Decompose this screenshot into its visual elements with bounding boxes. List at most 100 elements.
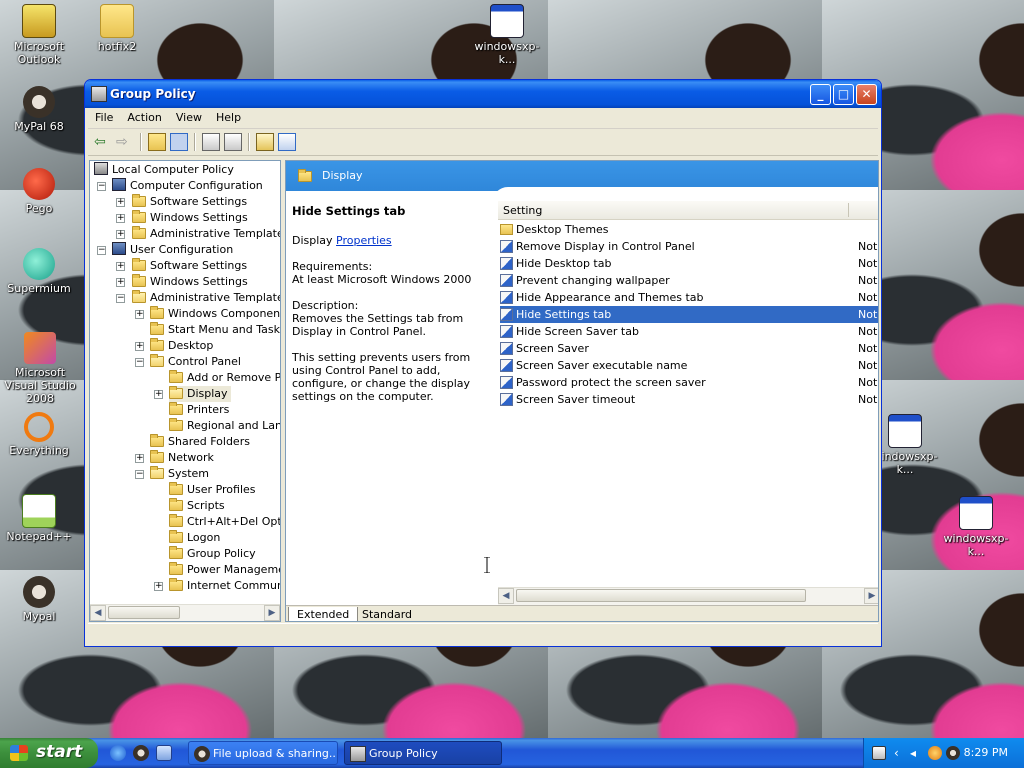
list-item-selected[interactable]: Hide Settings tab Not	[500, 306, 878, 323]
minimize-button[interactable]: _	[810, 84, 831, 105]
desktop-icon-notepadpp[interactable]: Notepad++	[2, 494, 76, 543]
list-item[interactable]: Screen Saver timeout Not	[500, 391, 878, 408]
tree-node-administrative-templates[interactable]: Administrative Templates	[132, 226, 280, 242]
description-button[interactable]	[278, 133, 296, 151]
tree-node-user-software-settings[interactable]: Software Settings	[132, 258, 247, 274]
taskbar-item-file-upload[interactable]: File upload & sharing....	[188, 741, 338, 765]
title-bar[interactable]: Group Policy _ □ ✕	[85, 80, 881, 108]
desktop-icon-pego[interactable]: Pego	[2, 168, 76, 215]
list-item[interactable]: Desktop Themes	[500, 221, 878, 238]
tree-node-system[interactable]: System	[150, 466, 209, 482]
menu-help[interactable]: Help	[209, 108, 248, 127]
tree-node-group-policy[interactable]: Group Policy	[169, 546, 256, 562]
tree-node-shared-folders[interactable]: Shared Folders	[150, 434, 250, 450]
list-item[interactable]: Screen Saver Not	[500, 340, 878, 357]
expand-toggle[interactable]: −	[135, 470, 144, 479]
column-divider[interactable]	[848, 203, 849, 217]
tree-node-user-administrative-templates[interactable]: Administrative Templates	[132, 290, 280, 306]
expand-toggle[interactable]: +	[116, 198, 125, 207]
keyboard-icon[interactable]	[872, 746, 886, 760]
tree-node-user-windows-settings[interactable]: Windows Settings	[132, 274, 248, 290]
tree-node-ctrl-alt-del[interactable]: Ctrl+Alt+Del Optio	[169, 514, 280, 530]
menu-view[interactable]: View	[169, 108, 209, 127]
chevron-left-icon[interactable]: ‹	[894, 746, 908, 760]
desktop-icon-windowsxp-3[interactable]: windowsxp-k...	[936, 496, 1016, 558]
tree-node-add-remove-programs[interactable]: Add or Remove Pro	[169, 370, 280, 386]
desktop-icon-supermium[interactable]: Supermium	[2, 248, 76, 295]
maximize-button[interactable]: □	[833, 84, 854, 105]
list-item[interactable]: Hide Screen Saver tab Not	[500, 323, 878, 340]
properties-link[interactable]: Properties	[336, 234, 392, 247]
desktop-icon-visual-studio[interactable]: Microsoft Visual Studio 2008	[0, 332, 80, 405]
tree-node-computer-configuration[interactable]: Computer Configuration	[112, 178, 263, 194]
tree-node-network[interactable]: Network	[150, 450, 214, 466]
expand-toggle[interactable]: −	[116, 294, 125, 303]
expand-toggle[interactable]: +	[116, 262, 125, 271]
export-list-button[interactable]	[224, 133, 242, 151]
properties-button[interactable]	[202, 133, 220, 151]
expand-toggle[interactable]: +	[154, 582, 163, 591]
scroll-left-button[interactable]: ◀	[498, 588, 514, 604]
internet-explorer-icon[interactable]	[110, 745, 126, 761]
expand-toggle[interactable]: +	[154, 390, 163, 399]
menu-action[interactable]: Action	[120, 108, 168, 127]
desktop-icon-hotfix2[interactable]: hotfix2	[80, 4, 154, 53]
list-horizontal-scrollbar[interactable]: ◀ ▶	[498, 587, 878, 605]
list-item[interactable]: Prevent changing wallpaper Not	[500, 272, 878, 289]
expand-toggle[interactable]: +	[135, 310, 144, 319]
back-button[interactable]: ⇦	[94, 133, 112, 151]
scroll-left-button[interactable]: ◀	[90, 605, 106, 621]
tree-node-logon[interactable]: Logon	[169, 530, 220, 546]
tree-node-windows-components[interactable]: Windows Components	[150, 306, 280, 322]
tree-node-desktop[interactable]: Desktop	[150, 338, 213, 354]
start-button[interactable]: start	[0, 738, 98, 768]
tree-node-scripts[interactable]: Scripts	[169, 498, 225, 514]
show-desktop-icon[interactable]	[156, 745, 172, 761]
tree-node-local-computer-policy[interactable]: Local Computer Policy	[94, 162, 234, 178]
scroll-thumb[interactable]	[108, 606, 180, 619]
up-one-level-button[interactable]	[148, 133, 166, 151]
close-button[interactable]: ✕	[856, 84, 877, 105]
mypal-tray-icon[interactable]	[946, 746, 960, 760]
desktop-icon-mypal68[interactable]: MyPal 68	[2, 86, 76, 133]
list-item[interactable]: Screen Saver executable name Not	[500, 357, 878, 374]
list-item[interactable]: Password protect the screen saver Not	[500, 374, 878, 391]
scroll-right-button[interactable]: ▶	[864, 588, 878, 604]
tree-horizontal-scrollbar[interactable]: ◀ ▶	[90, 604, 280, 621]
expand-toggle[interactable]: +	[116, 278, 125, 287]
forward-button[interactable]: ⇨	[116, 133, 134, 151]
expand-toggle[interactable]: +	[135, 454, 144, 463]
tree-node-display[interactable]: Display	[169, 386, 231, 402]
scroll-thumb[interactable]	[516, 589, 806, 602]
tree-node-user-profiles[interactable]: User Profiles	[169, 482, 256, 498]
status-orb-icon[interactable]	[928, 746, 942, 760]
tree-node-user-configuration[interactable]: User Configuration	[112, 242, 233, 258]
tree-node-control-panel[interactable]: Control Panel	[150, 354, 241, 370]
desktop-icon-outlook[interactable]: Microsoft Outlook	[2, 4, 76, 66]
list-item[interactable]: Remove Display in Control Panel Not	[500, 238, 878, 255]
help-button[interactable]	[256, 133, 274, 151]
scroll-right-button[interactable]: ▶	[264, 605, 280, 621]
expand-toggle[interactable]: −	[97, 182, 106, 191]
show-hide-tree-button[interactable]	[170, 133, 188, 151]
expand-toggle[interactable]: −	[135, 358, 144, 367]
tree-node-printers[interactable]: Printers	[169, 402, 229, 418]
clock[interactable]: 8:29 PM	[964, 746, 1008, 759]
tree-node-internet-communication[interactable]: Internet Communic	[169, 578, 280, 594]
speaker-icon[interactable]: ◂	[910, 746, 924, 760]
list-item[interactable]: Hide Appearance and Themes tab Not	[500, 289, 878, 306]
tree-node-windows-settings[interactable]: Windows Settings	[132, 210, 248, 226]
list-item[interactable]: Hide Desktop tab Not	[500, 255, 878, 272]
taskbar-item-group-policy[interactable]: Group Policy	[344, 741, 502, 765]
tab-extended[interactable]: Extended	[288, 607, 359, 621]
tree-node-power-management[interactable]: Power Managemen	[169, 562, 280, 578]
expand-toggle[interactable]: +	[135, 342, 144, 351]
tab-standard[interactable]: Standard	[354, 607, 420, 621]
tree-node-start-menu[interactable]: Start Menu and Taskba	[150, 322, 280, 338]
tree-node-software-settings[interactable]: Software Settings	[132, 194, 247, 210]
desktop-icon-windowsxp-1[interactable]: windowsxp-k...	[470, 4, 544, 66]
mypal-quicklaunch-icon[interactable]	[133, 745, 149, 761]
expand-toggle[interactable]: +	[116, 230, 125, 239]
desktop-icon-mypal[interactable]: Mypal	[2, 576, 76, 623]
column-header-setting[interactable]: Setting	[498, 201, 878, 220]
